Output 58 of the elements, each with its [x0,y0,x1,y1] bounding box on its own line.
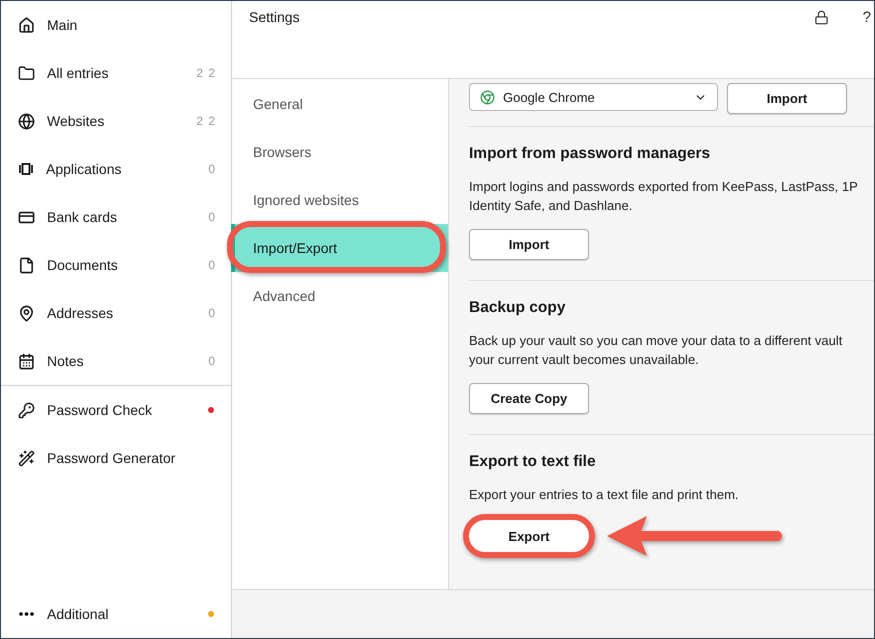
applications-icon [18,162,34,176]
sidebar-item-label: Applications [46,161,122,177]
nav-item[interactable]: Browsers [231,128,448,176]
section-description: Import logins and passwords exported from KeePass, LastPass, 1P Identity Safe, and Dashlane. [469,178,858,215]
document-icon [18,256,35,274]
sidebar-item-label: Addresses [47,305,114,321]
sidebar-item[interactable]: Addresses 0 [1,289,231,337]
key-icon [18,402,35,418]
sidebar-item-label: Bank cards [47,209,118,225]
globe-icon [18,112,35,130]
item-count: 0 [208,258,216,272]
help-icon[interactable]: ? [862,9,871,26]
section-title: Import from password managers [469,145,710,163]
sidebar-item-label: Documents [47,257,119,273]
section-title: Backup copy [469,299,566,317]
sidebar-item-label: Additional [47,606,110,622]
sidebar-item-label: Main [47,17,78,33]
browser-dropdown[interactable]: Google Chrome [469,83,718,111]
more-icon [19,612,34,616]
folder-icon [18,64,35,82]
sidebar-item[interactable]: Additional [1,590,231,638]
section-title: Export to text file [469,453,596,471]
sidebar-item-label: Websites [47,113,106,129]
page-title: Settings [249,9,301,25]
item-count: 0 [208,210,216,224]
item-count: 0 [208,354,216,368]
sidebar-item-label: Notes [47,353,85,369]
sidebar-item[interactable]: Bank cards 0 [1,193,231,241]
nav-item[interactable]: Ignored websites [231,176,448,224]
action-button[interactable]: Export [463,514,595,558]
action-button[interactable]: Create Copy [469,383,589,414]
browser-icon [480,90,495,104]
lock-icon[interactable] [814,10,829,25]
map-pin-icon [18,304,35,322]
sidebar-item[interactable]: Websites 2 2 [1,97,231,145]
sidebar-item[interactable]: All entries 2 2 [1,49,231,97]
calendar-icon [18,352,35,370]
item-count: 0 [208,306,216,320]
item-count: 2 2 [196,114,216,128]
sidebar-item-label: All entries [47,65,110,81]
home-icon [18,16,35,34]
sidebar-item[interactable]: Password Check [1,386,231,434]
sidebar-item-label: Password Check [47,402,154,418]
sidebar-item[interactable]: Documents 0 [1,241,231,289]
sidebar-item[interactable]: Main [1,1,231,49]
action-button[interactable]: Import [469,229,589,260]
sidebar-item[interactable]: Applications 0 [1,145,231,193]
nav-item[interactable]: Advanced [231,272,448,320]
magic-wand-icon [18,450,35,466]
section-description: Back up your vault so you can move your data to a different vault your current vault becomes unavailable. [469,332,842,369]
sidebar-item-label: Password Generator [47,450,176,466]
section-description: Export your entries to a text file and print them. [469,486,739,504]
item-count: 2 2 [196,66,216,80]
nav-item[interactable]: General [231,80,448,128]
sidebar-item[interactable]: Notes 0 [1,337,231,385]
import-button[interactable]: Import [727,83,847,114]
item-count: 0 [208,162,216,176]
sidebar-item[interactable]: Password Generator [1,434,231,482]
